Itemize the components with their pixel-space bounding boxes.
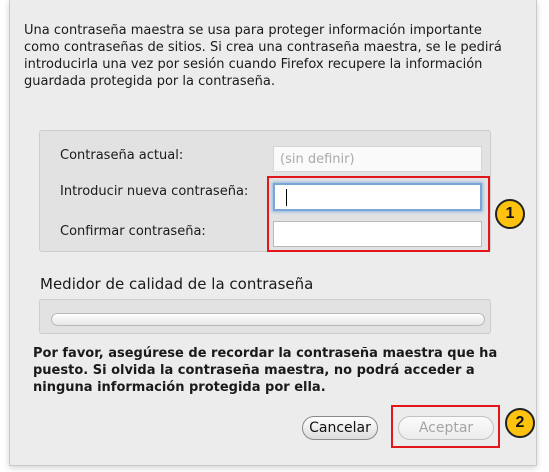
confirm-password-label: Confirmar contraseña:: [60, 224, 206, 239]
quality-meter-title: Medidor de calidad de la contraseña: [40, 275, 314, 293]
highlight-box-accept: [391, 405, 500, 448]
quality-meter-bar: [51, 313, 485, 326]
current-password-label: Contraseña actual:: [60, 148, 184, 163]
cancel-button[interactable]: Cancelar: [302, 416, 378, 440]
step-badge-2: 2: [505, 408, 535, 438]
highlight-box-fields: [267, 176, 490, 252]
intro-text: Una contraseña maestra se usa para prote…: [24, 23, 502, 89]
warning-text: Por favor, asegúrese de recordar la cont…: [33, 346, 498, 395]
step-badge-1: 1: [495, 199, 525, 229]
current-password-field: [273, 146, 482, 172]
new-password-label: Introducir nueva contraseña:: [60, 184, 249, 199]
